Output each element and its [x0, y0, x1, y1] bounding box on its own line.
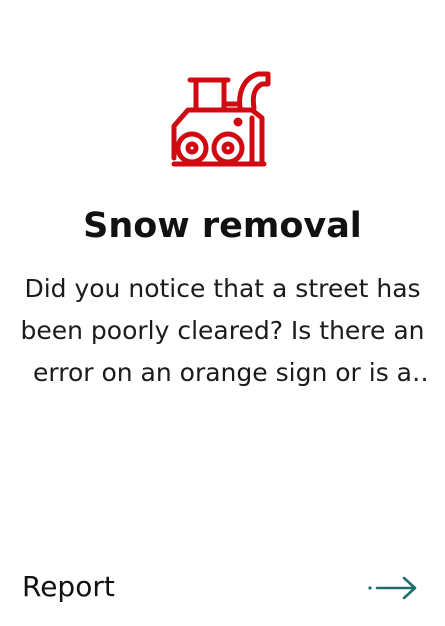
arrow-right-icon[interactable] [366, 574, 420, 602]
card-description: Did you notice that a street has been po… [20, 274, 425, 387]
snow-removal-card[interactable]: Snow removal Did you notice that a stree… [0, 0, 445, 626]
snowblower-icon [166, 66, 278, 172]
report-label: Report [22, 570, 115, 603]
card-title: Snow removal [83, 206, 362, 246]
report-action[interactable]: Report [0, 560, 445, 616]
